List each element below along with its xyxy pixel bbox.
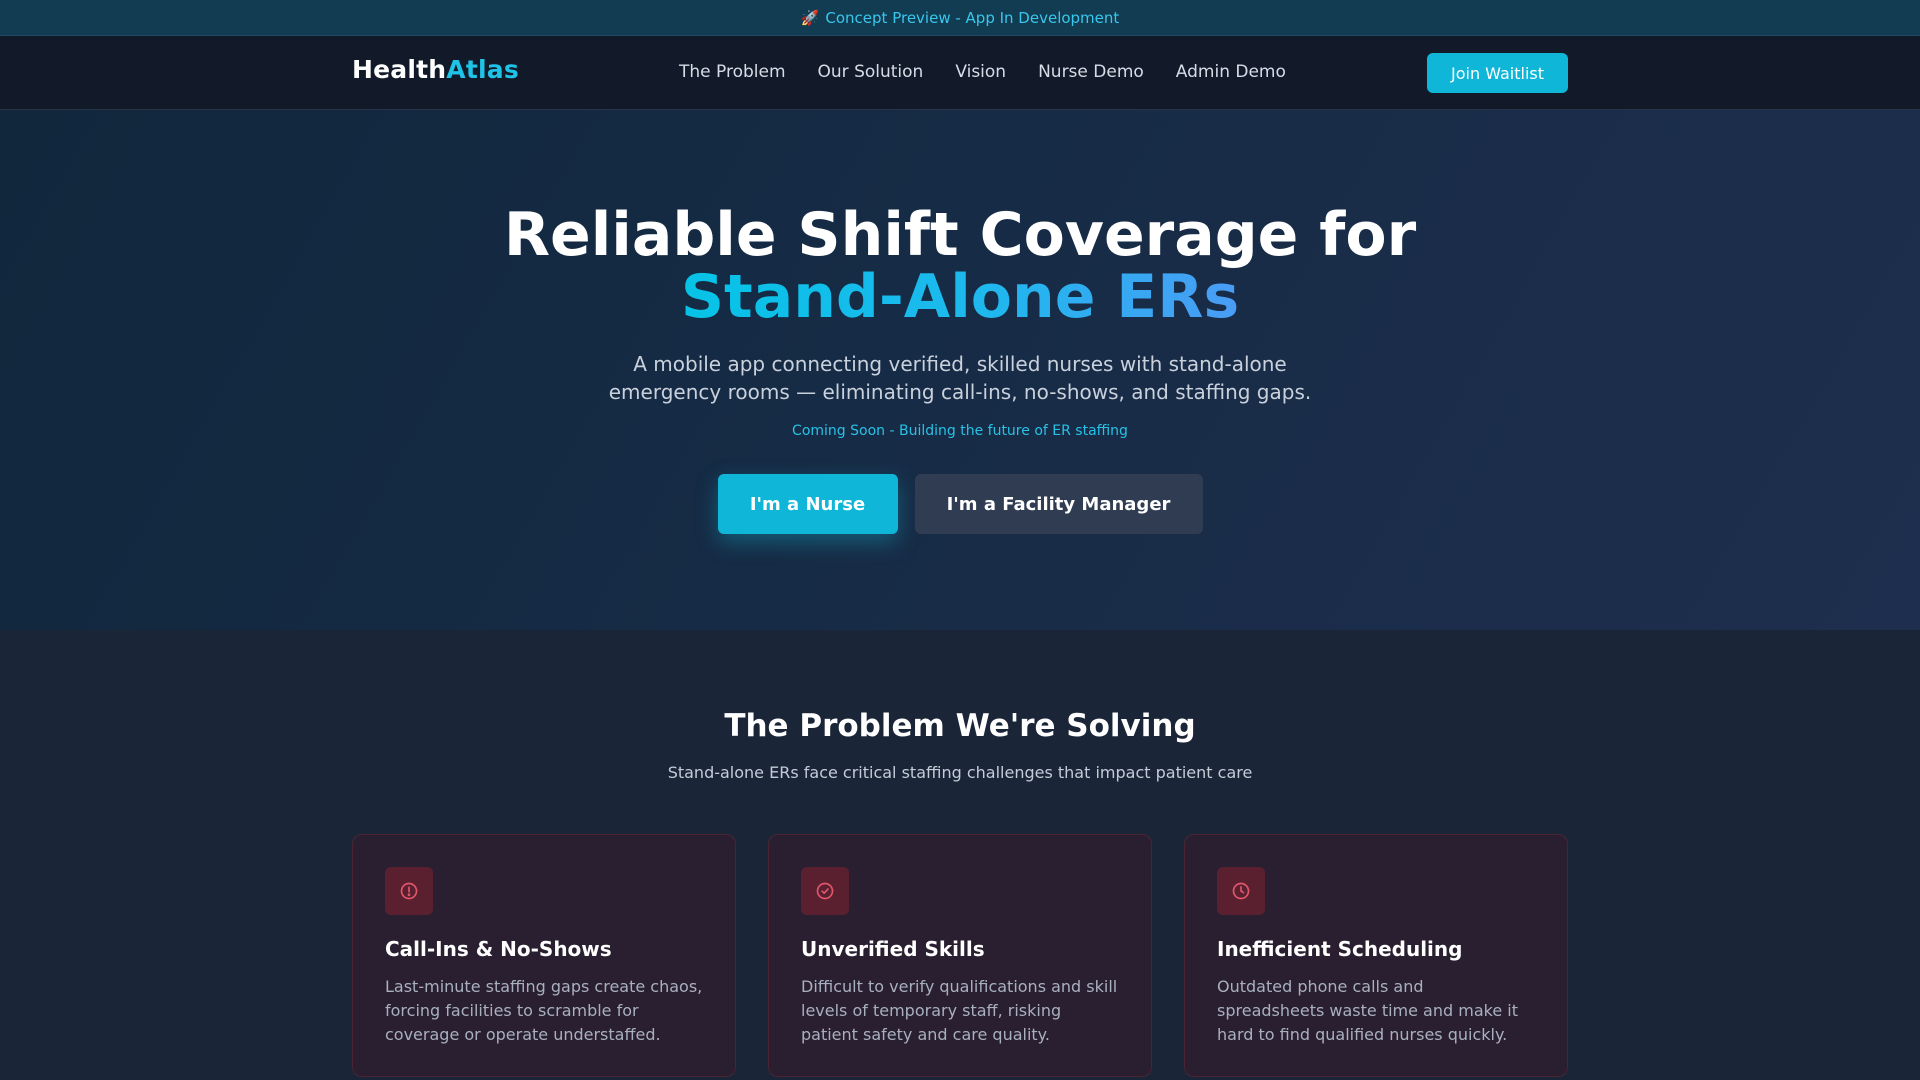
logo-main: Health bbox=[352, 55, 447, 84]
logo-accent: Atlas bbox=[446, 55, 519, 84]
card-description-line: hard to find qualified nurses quickly. bbox=[1217, 1025, 1508, 1044]
top-navbar: HealthAtlas The Problem Our Solution Vis… bbox=[0, 36, 1920, 110]
hero-cta-row: I'm a Nurse I'm a Facility Manager bbox=[0, 474, 1920, 534]
preview-banner: 🚀 Concept Preview - App In Development bbox=[0, 0, 1920, 36]
nav-link-the-problem[interactable]: The Problem bbox=[679, 62, 786, 82]
card-description: Outdated phone calls and spreadsheets wa… bbox=[1217, 975, 1539, 1047]
card-title: Call-Ins & No-Shows bbox=[385, 937, 612, 961]
nav-links: The Problem Our Solution Vision Nurse De… bbox=[679, 62, 1286, 82]
problem-card-inefficient-scheduling: Inefficient Scheduling Outdated phone ca… bbox=[1184, 834, 1568, 1077]
card-description-line: Last-minute staffing gaps create chaos, bbox=[385, 977, 703, 996]
problem-title: The Problem We're Solving bbox=[724, 708, 1196, 744]
hero-title-line1: Reliable Shift Coverage for bbox=[503, 200, 1417, 270]
rocket-icon: 🚀 bbox=[800, 8, 820, 27]
facility-manager-button[interactable]: I'm a Facility Manager bbox=[914, 474, 1203, 534]
logo[interactable]: HealthAtlas bbox=[352, 55, 519, 84]
problem-section: The Problem We're Solving Stand-alone ER… bbox=[0, 630, 1920, 1080]
problem-cards: Call-Ins & No-Shows Last-minute staffing… bbox=[352, 834, 1568, 1077]
card-description-line: Outdated phone calls and bbox=[1217, 977, 1424, 996]
hero-title-highlight: Stand-Alone ERs bbox=[680, 262, 1240, 332]
hero-subtitle: A mobile app connecting verified, skille… bbox=[0, 350, 1920, 406]
coming-soon-text: Coming Soon - Building the future of ER … bbox=[792, 423, 1128, 439]
problem-subtitle: Stand-alone ERs face critical staffing c… bbox=[667, 763, 1253, 782]
check-circle-icon bbox=[801, 867, 849, 915]
card-title: Inefficient Scheduling bbox=[1217, 937, 1463, 961]
card-description-line: coverage or operate understaffed. bbox=[385, 1025, 661, 1044]
card-description-line: forcing facilities to scramble for bbox=[385, 1001, 639, 1020]
hero-section: Reliable Shift Coverage for Stand-Alone … bbox=[0, 110, 1920, 630]
card-description-line: Difficult to verify qualifications and s… bbox=[801, 977, 1118, 996]
join-waitlist-button[interactable]: Join Waitlist bbox=[1427, 53, 1568, 93]
clock-icon bbox=[1217, 867, 1265, 915]
hero-subtitle-line1: A mobile app connecting verified, skille… bbox=[633, 352, 1287, 376]
card-description-line: spreadsheets waste time and make it bbox=[1217, 1001, 1518, 1020]
nav-link-nurse-demo[interactable]: Nurse Demo bbox=[1038, 62, 1144, 82]
hero-title: Reliable Shift Coverage for Stand-Alone … bbox=[0, 204, 1920, 328]
nav-link-our-solution[interactable]: Our Solution bbox=[818, 62, 924, 82]
hero-subtitle-line2: emergency rooms — eliminating call-ins, … bbox=[608, 380, 1312, 404]
card-title: Unverified Skills bbox=[801, 937, 985, 961]
alert-circle-icon bbox=[385, 867, 433, 915]
problem-card-call-ins: Call-Ins & No-Shows Last-minute staffing… bbox=[352, 834, 736, 1077]
card-description-line: levels of temporary staff, risking bbox=[801, 1001, 1062, 1020]
nurse-button[interactable]: I'm a Nurse bbox=[717, 474, 898, 534]
card-description: Difficult to verify qualifications and s… bbox=[801, 975, 1123, 1047]
problem-card-unverified-skills: Unverified Skills Difficult to verify qu… bbox=[768, 834, 1152, 1077]
card-description-line: patient safety and care quality. bbox=[801, 1025, 1050, 1044]
nav-link-admin-demo[interactable]: Admin Demo bbox=[1176, 62, 1286, 82]
card-description: Last-minute staffing gaps create chaos, … bbox=[385, 975, 707, 1047]
nav-link-vision[interactable]: Vision bbox=[955, 62, 1006, 82]
banner-text: Concept Preview - App In Development bbox=[825, 8, 1120, 27]
